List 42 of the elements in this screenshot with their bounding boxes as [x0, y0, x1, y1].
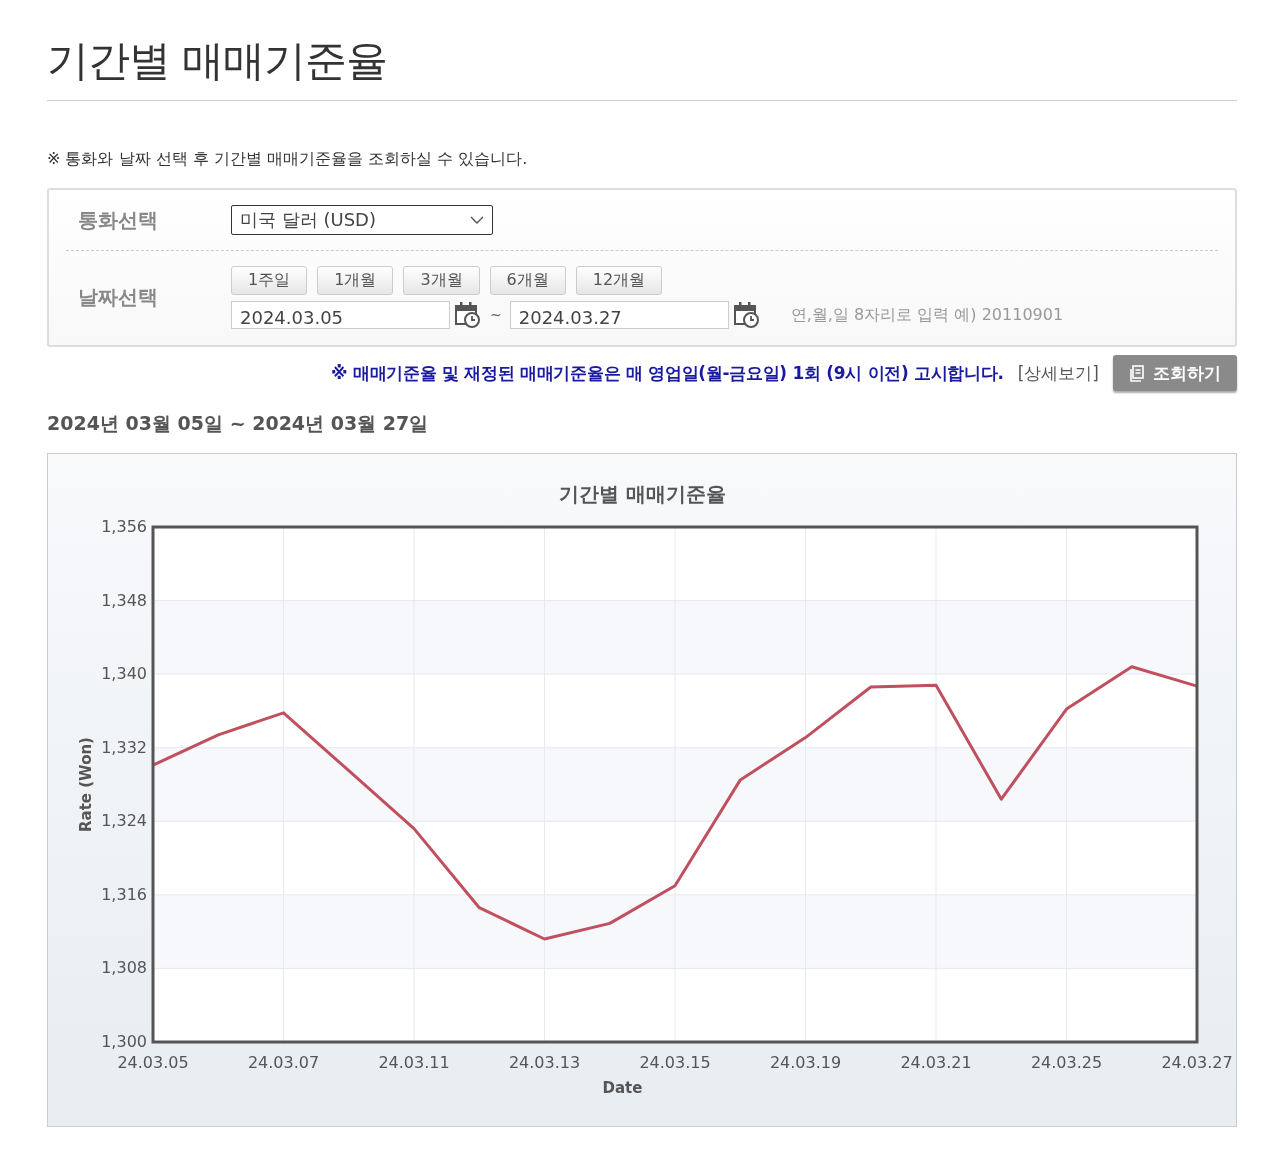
period-button[interactable]: 1개월 [317, 266, 394, 296]
document-icon [1129, 364, 1145, 382]
period-button[interactable]: 3개월 [403, 266, 480, 296]
y-axis-label: 1,348 [101, 590, 147, 610]
chevron-down-icon [470, 216, 484, 225]
x-axis-label: 24.03.13 [508, 1053, 581, 1073]
x-axis-label: 24.03.15 [639, 1053, 711, 1073]
x-axis-label: 24.03.27 [1161, 1053, 1233, 1073]
x-axis-label: 24.03.11 [378, 1053, 450, 1073]
y-axis-label: 1,300 [101, 1032, 147, 1052]
x-axis-label: 24.03.21 [900, 1053, 972, 1073]
y-axis-label: 1,332 [101, 738, 147, 758]
calendar-clock-icon[interactable] [454, 301, 482, 330]
y-axis-label: 1,316 [101, 885, 147, 905]
end-date-field[interactable]: 2024.03.27 [509, 301, 729, 330]
y-axis-title: Rate (Won) [77, 737, 95, 833]
page-title: 기간별 매매기준율 [47, 36, 389, 87]
x-axis-title: Date [602, 1079, 643, 1098]
notice-text: ※ 매매기준율 및 재정된 매매기준율은 매 영업일(월-금요일) 1회 (9시 이전) 고시합니다. [331, 361, 1004, 385]
range-separator: ~ [490, 307, 502, 324]
y-axis-label: 1,308 [101, 958, 147, 978]
chart-title: 기간별 매매기준율 [559, 482, 726, 507]
detail-link[interactable]: [상세보기] [1017, 361, 1099, 385]
notice-text: ※ 통화와 날짜 선택 후 기간별 매매기준율을 조회하실 수 있습니다. [47, 149, 529, 171]
y-axis-label: 1,324 [101, 811, 147, 831]
period-button[interactable]: 1주일 [231, 266, 308, 296]
date-label: 날짜선택 [77, 284, 159, 312]
x-axis-label: 24.03.05 [117, 1053, 189, 1073]
search-button[interactable]: 조회하기 [1113, 355, 1237, 392]
date-format-hint: 연,월,일 8자리로 입력 예) 20110901 [790, 304, 1064, 326]
start-date-field[interactable]: 2024.03.05 [231, 301, 450, 330]
y-axis-label: 1,356 [101, 517, 147, 537]
currency-label: 통화선택 [77, 206, 159, 234]
calendar-clock-icon[interactable] [732, 301, 761, 330]
y-axis-label: 1,340 [101, 664, 147, 684]
x-axis-label: 24.03.25 [1030, 1053, 1103, 1073]
currency-select[interactable]: 미국 달러 (USD) [231, 205, 493, 236]
x-axis-label: 24.03.19 [769, 1053, 842, 1073]
period-button[interactable]: 6개월 [489, 266, 566, 296]
period-button[interactable]: 12개월 [575, 266, 663, 296]
x-axis-label: 24.03.07 [247, 1053, 320, 1073]
date-range-text: 2024년 03월 05일 ~ 2024년 03월 27일 [47, 411, 430, 437]
